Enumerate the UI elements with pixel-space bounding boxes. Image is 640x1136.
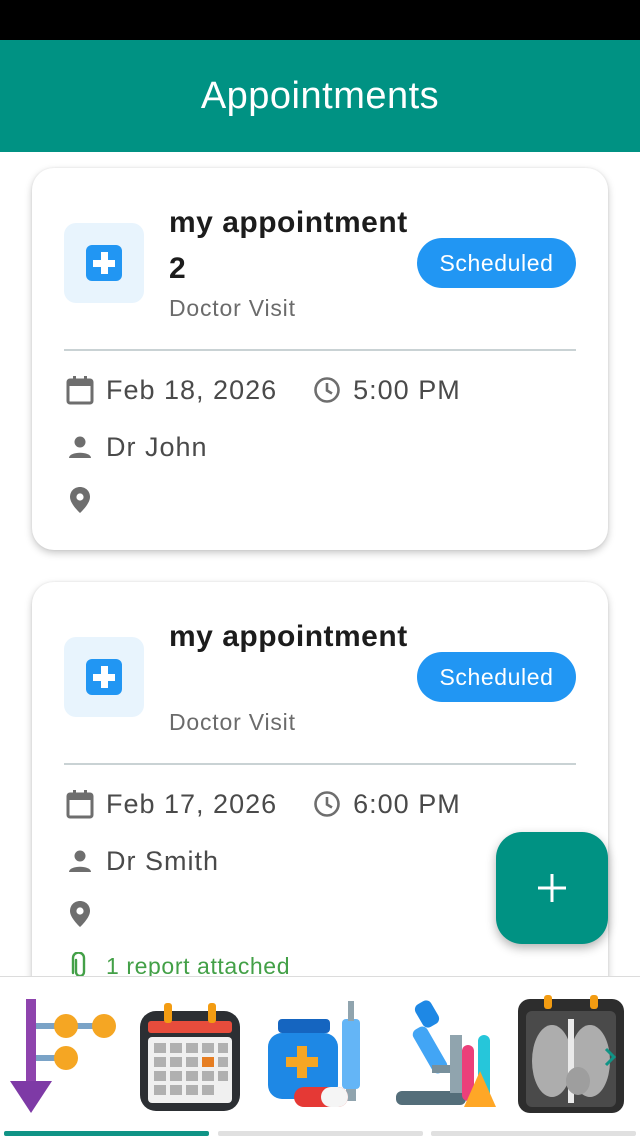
appointment-title: my appointment 2 — [169, 206, 408, 285]
appointment-time: 5:00 PM — [353, 374, 461, 405]
bottom-carousel[interactable] — [0, 976, 640, 1136]
doctor-name: Dr Smith — [106, 845, 220, 876]
calendar-icon — [64, 374, 96, 406]
add-appointment-button[interactable] — [496, 832, 608, 944]
divider — [64, 349, 576, 351]
calendar-icon[interactable] — [136, 995, 246, 1115]
appointment-date: Feb 18, 2026 — [106, 374, 278, 405]
calendar-icon — [64, 788, 96, 820]
attachment-count: 1 report attached — [106, 952, 291, 977]
carousel-page-indicator[interactable] — [218, 1131, 423, 1136]
doctor-row: Dr Smith — [64, 845, 219, 877]
workflow-icon[interactable] — [6, 995, 116, 1115]
plus-icon — [538, 874, 566, 902]
app-bar: Appointments — [0, 40, 640, 152]
attachment-row[interactable]: 1 report attached — [64, 950, 290, 976]
page-title: Appointments — [200, 74, 440, 117]
status-bar — [0, 0, 640, 40]
appointment-type: Doctor Visit — [169, 709, 296, 735]
appointment-title: my appointment — [169, 620, 408, 653]
divider — [64, 763, 576, 765]
status-badge: Scheduled — [417, 652, 576, 702]
clock-icon — [311, 788, 343, 820]
date-time-row: Feb 18, 2026 5:00 PM — [64, 374, 461, 406]
person-icon — [64, 845, 96, 877]
doctor-name: Dr John — [106, 431, 208, 462]
microscope-icon[interactable] — [392, 995, 502, 1115]
location-pin-icon — [64, 484, 96, 516]
medical-cross-icon — [86, 245, 122, 281]
location-row — [64, 898, 106, 930]
doctor-row: Dr John — [64, 431, 208, 463]
appointment-date: Feb 17, 2026 — [106, 788, 278, 819]
chevron-right-icon[interactable] — [598, 1043, 622, 1071]
location-row — [64, 484, 106, 516]
appointment-type-tile — [64, 223, 144, 303]
appointment-card[interactable]: my appointment 2 Doctor Visit Scheduled … — [32, 168, 608, 550]
appointment-type: Doctor Visit — [169, 295, 296, 321]
medicine-icon[interactable] — [264, 995, 374, 1115]
status-badge: Scheduled — [417, 238, 576, 288]
paperclip-icon — [64, 950, 96, 976]
carousel-page-indicator[interactable] — [431, 1131, 636, 1136]
location-pin-icon — [64, 898, 96, 930]
medical-cross-icon — [86, 659, 122, 695]
appointment-type-tile — [64, 637, 144, 717]
person-icon — [64, 431, 96, 463]
carousel-page-indicator-active[interactable] — [4, 1131, 209, 1136]
appointment-time: 6:00 PM — [353, 788, 461, 819]
date-time-row: Feb 17, 2026 6:00 PM — [64, 788, 461, 820]
clock-icon — [311, 374, 343, 406]
